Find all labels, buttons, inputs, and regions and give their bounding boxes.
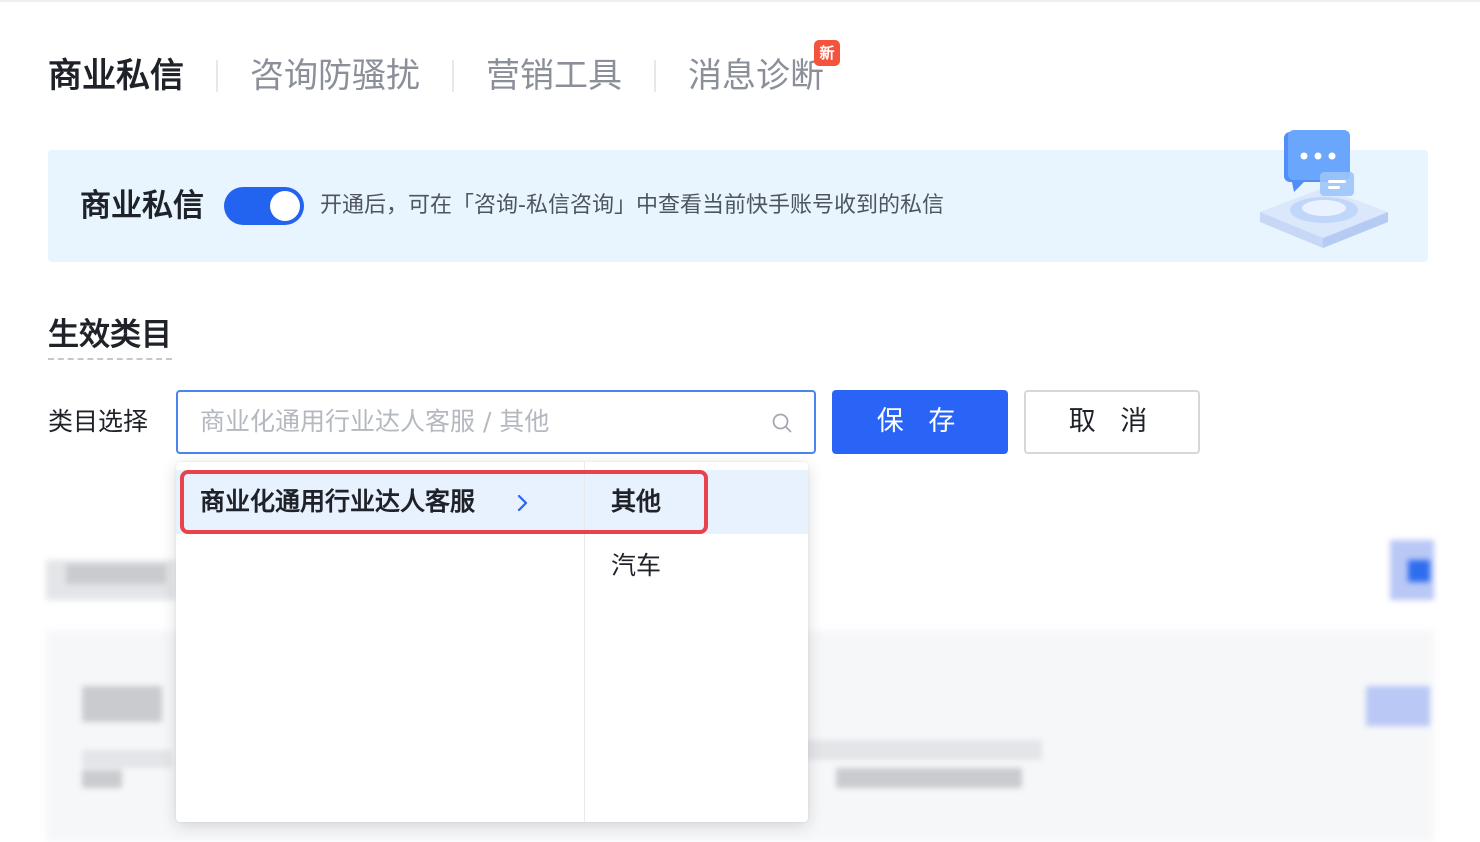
cascader-dropdown: 商业化通用行业达人客服 其他 汽车 — [176, 462, 808, 822]
blurred-block — [82, 750, 172, 768]
blurred-block — [806, 740, 1042, 760]
business-message-toggle[interactable] — [224, 187, 304, 225]
tab-consult-anti-harass[interactable]: 咨询防骚扰 — [250, 52, 420, 100]
chat-illustration-icon — [1260, 130, 1388, 248]
tab-message-diagnosis-label: 消息诊断 — [688, 56, 824, 96]
blurred-block — [836, 768, 1022, 788]
cascader-option-business-kol-service[interactable]: 商业化通用行业达人客服 — [176, 470, 584, 534]
search-icon — [772, 413, 792, 433]
tab-divider — [654, 60, 656, 92]
tab-message-diagnosis[interactable]: 消息诊断 新 — [688, 40, 840, 100]
tab-bar: 商业私信 咨询防骚扰 营销工具 消息诊断 新 — [48, 40, 840, 100]
blurred-block — [82, 686, 162, 722]
cascader-option-label: 商业化通用行业达人客服 — [200, 487, 476, 516]
business-message-banner: 商业私信 开通后，可在「咨询-私信咨询」中查看当前快手账号收到的私信 — [48, 130, 1428, 262]
blurred-block — [82, 770, 122, 788]
cascader-option-label: 汽车 — [611, 551, 662, 580]
toggle-knob — [270, 191, 300, 221]
blurred-block — [1408, 560, 1430, 582]
blurred-block — [66, 564, 166, 584]
cancel-button[interactable]: 取 消 — [1024, 390, 1200, 454]
cascader-column-level2: 其他 汽车 — [585, 462, 808, 822]
banner-description: 开通后，可在「咨询-私信咨询」中查看当前快手账号收到的私信 — [320, 193, 944, 218]
category-select-label: 类目选择 — [48, 407, 149, 436]
cascader-option-auto[interactable]: 汽车 — [585, 534, 808, 598]
cascader-column-level1: 商业化通用行业达人客服 — [176, 462, 585, 822]
tab-marketing-tools[interactable]: 营销工具 — [486, 52, 622, 100]
save-button[interactable]: 保 存 — [832, 390, 1008, 454]
new-badge: 新 — [814, 40, 840, 66]
tab-business-messages[interactable]: 商业私信 — [48, 52, 184, 100]
tab-divider — [452, 60, 454, 92]
cascader-option-label: 其他 — [611, 487, 662, 516]
category-cascader-input[interactable]: 商业化通用行业达人客服 / 其他 — [176, 390, 816, 454]
top-divider — [0, 0, 1480, 2]
chevron-right-icon — [517, 494, 528, 512]
blurred-block — [1366, 686, 1430, 726]
section-title-effective-category: 生效类目 — [48, 314, 172, 360]
banner-title: 商业私信 — [80, 188, 204, 224]
cascader-placeholder: 商业化通用行业达人客服 / 其他 — [200, 407, 550, 436]
cascader-option-other[interactable]: 其他 — [585, 470, 808, 534]
tab-divider — [216, 60, 218, 92]
